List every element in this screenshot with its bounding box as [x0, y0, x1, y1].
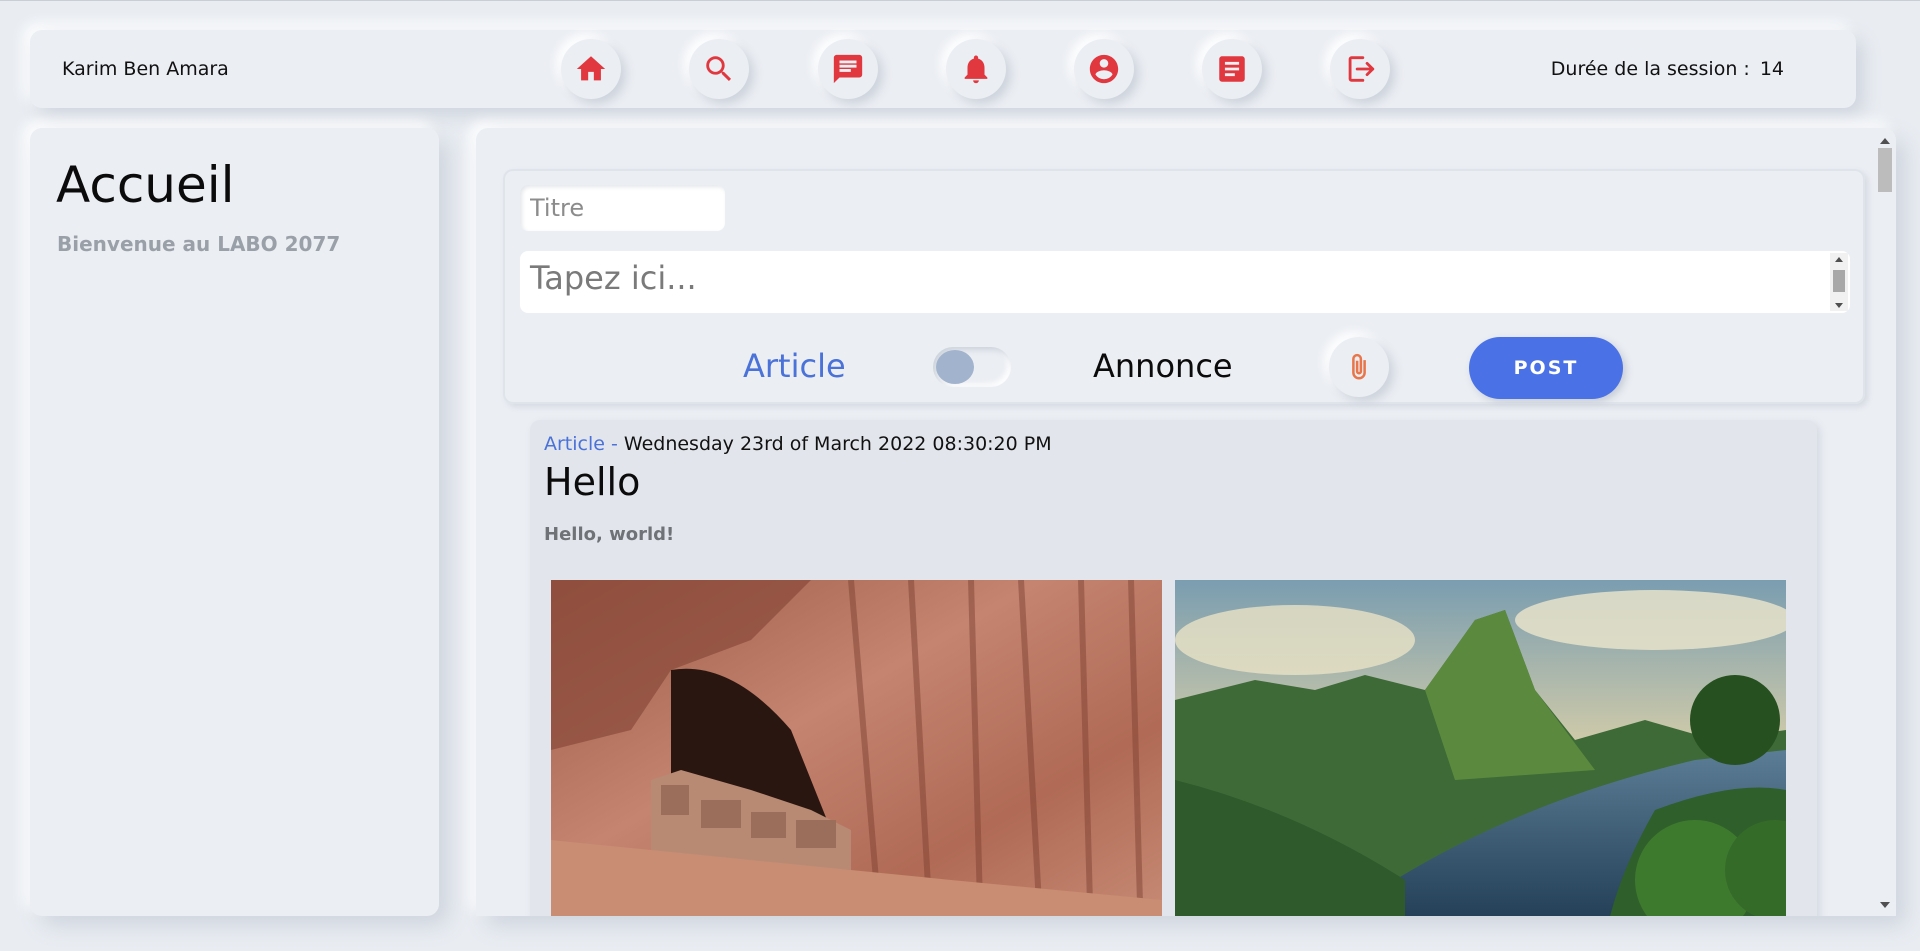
post-image-bay[interactable]	[1175, 580, 1786, 916]
main-feed: Article Annonce POST Article - Wednesday…	[476, 128, 1896, 916]
document-button[interactable]	[1202, 39, 1262, 99]
post-type: Article -	[544, 433, 618, 455]
main-scrollbar[interactable]	[1874, 128, 1896, 916]
scroll-thumb[interactable]	[1878, 148, 1892, 192]
home-icon	[576, 56, 606, 81]
post-title: Hello	[544, 460, 641, 504]
profile-button[interactable]	[1074, 39, 1134, 99]
type-toggle[interactable]	[933, 347, 1011, 387]
article-label: Article	[743, 347, 846, 385]
scroll-up-arrow[interactable]	[1880, 138, 1890, 144]
textarea-scrollbar[interactable]	[1830, 253, 1848, 311]
top-header: Karim Ben Amara Durée de la session : 14	[30, 30, 1856, 108]
search-button[interactable]	[689, 39, 749, 99]
toggle-knob	[936, 350, 974, 384]
post-card: Article - Wednesday 23rd of March 2022 0…	[530, 420, 1817, 916]
canyon-cliff-dwelling-photo	[551, 580, 1162, 916]
messages-icon	[833, 54, 863, 84]
page-title: Accueil	[56, 156, 235, 214]
search-icon	[706, 56, 732, 82]
tropical-mountain-bay-photo	[1175, 580, 1786, 916]
user-name: Karim Ben Amara	[62, 58, 229, 80]
home-button[interactable]	[561, 39, 621, 99]
paperclip-icon	[1352, 353, 1366, 380]
session-label: Durée de la session :	[1550, 58, 1750, 80]
post-composer: Article Annonce POST	[503, 169, 1865, 404]
logout-button[interactable]	[1330, 39, 1390, 99]
post-button[interactable]: POST	[1469, 337, 1623, 399]
textarea-scroll-down[interactable]	[1835, 303, 1843, 308]
session-value: 14	[1759, 58, 1784, 80]
textarea-scroll-up[interactable]	[1835, 257, 1843, 262]
post-image-canyon[interactable]	[551, 580, 1162, 916]
attach-button[interactable]	[1329, 337, 1389, 397]
session-duration: Durée de la session : 14	[1551, 58, 1784, 80]
post-meta: Article - Wednesday 23rd of March 2022 0…	[544, 433, 1052, 455]
messages-button[interactable]	[818, 39, 878, 99]
title-input[interactable]	[520, 185, 725, 231]
notifications-button[interactable]	[946, 39, 1006, 99]
body-textarea[interactable]	[520, 251, 1850, 313]
annonce-label: Annonce	[1093, 347, 1233, 385]
post-body: Hello, world!	[544, 524, 675, 545]
document-icon	[1219, 56, 1245, 82]
window-top-border	[0, 0, 1920, 1]
profile-icon	[1089, 54, 1119, 84]
scroll-down-arrow[interactable]	[1880, 902, 1890, 908]
notifications-icon	[964, 55, 988, 84]
sidebar: Accueil Bienvenue au LABO 2077	[30, 128, 439, 916]
post-date: Wednesday 23rd of March 2022 08:30:20 PM	[623, 433, 1052, 455]
logout-icon	[1348, 56, 1375, 82]
welcome-subtitle: Bienvenue au LABO 2077	[57, 232, 341, 256]
textarea-scroll-thumb[interactable]	[1833, 270, 1845, 292]
